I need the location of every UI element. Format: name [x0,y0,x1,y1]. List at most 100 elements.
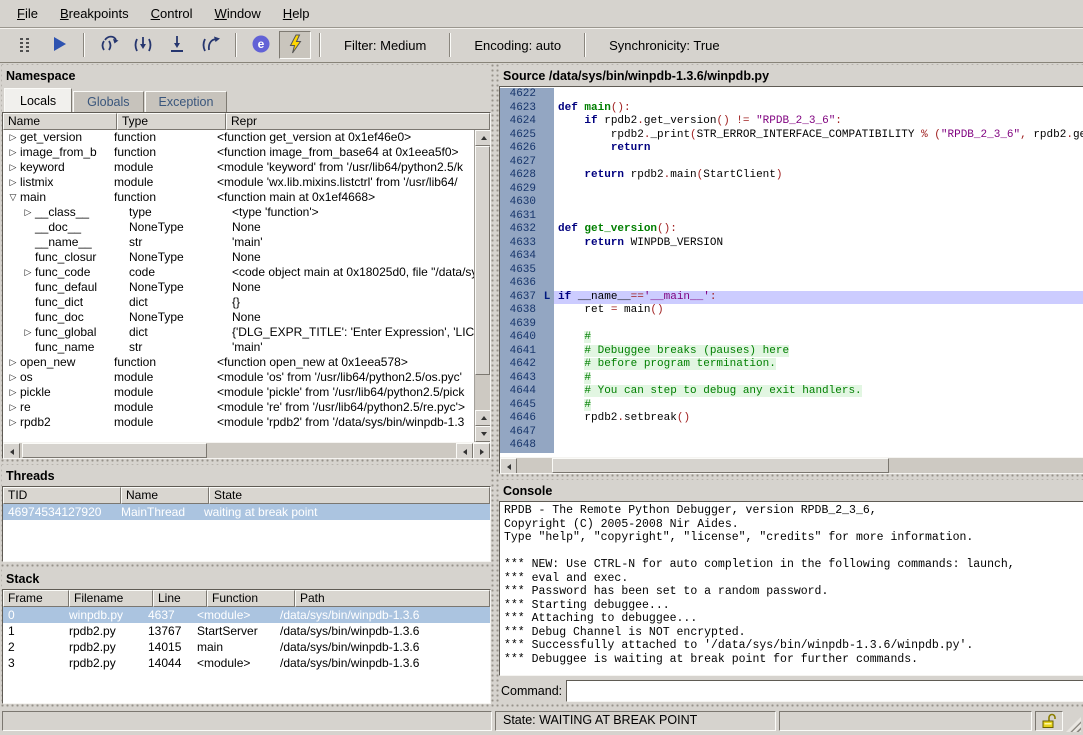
namespace-row[interactable]: func_dictdict{} [3,295,474,310]
source-line[interactable]: 4622 [500,88,1083,102]
command-input[interactable] [566,680,1083,702]
source-line[interactable]: 4648 [500,439,1083,453]
expand-arrow-icon[interactable]: ▷ [6,130,20,145]
resize-grip[interactable] [1066,717,1081,732]
column-header-name[interactable]: Name [121,487,209,504]
source-line[interactable]: 4643 # [500,372,1083,386]
source-line[interactable]: 4626 return [500,142,1083,156]
line-number[interactable]: 4633 [500,237,540,251]
return-button[interactable] [195,31,227,59]
expand-arrow-icon[interactable]: ▷ [6,160,20,175]
column-header-repr[interactable]: Repr [226,113,490,130]
line-number[interactable]: 4630 [500,196,540,210]
line-number[interactable]: 4637 [500,291,540,305]
namespace-row[interactable]: ▷image_from_bfunction<function image_fro… [3,145,474,160]
namespace-row[interactable]: ▷rpdb2module<module 'rpdb2' from '/data/… [3,415,474,430]
break-button[interactable] [9,31,41,59]
menu-breakpoints[interactable]: Breakpoints [49,2,140,25]
line-number[interactable]: 4626 [500,142,540,156]
namespace-row[interactable]: func_defaulNoneTypeNone [3,280,474,295]
expand-arrow-icon[interactable]: ▷ [21,205,35,220]
namespace-horizontal-scrollbar[interactable] [3,442,490,458]
line-number[interactable]: 4635 [500,264,540,278]
namespace-row[interactable]: ▷open_newfunction<function open_new at 0… [3,355,474,370]
menu-control[interactable]: Control [140,2,204,25]
menu-file[interactable]: File [6,2,49,25]
step-over-button[interactable] [93,31,125,59]
source-line[interactable]: 4628 return rpdb2.main(StartClient) [500,169,1083,183]
expand-arrow-icon[interactable]: ▷ [6,145,20,160]
source-line[interactable]: 4624 if rpdb2.get_version() != "RPDB_2_3… [500,115,1083,129]
column-header-state[interactable]: State [209,487,490,504]
line-number[interactable]: 4645 [500,399,540,413]
encoding-toggle-button[interactable]: e [245,31,277,59]
scrollbar-thumb[interactable] [552,458,889,473]
line-number[interactable]: 4642 [500,358,540,372]
line-number[interactable]: 4631 [500,210,540,224]
namespace-row[interactable]: ▷__class__type<type 'function'> [3,205,474,220]
source-line[interactable]: 4644 # You can step to debug any exit ha… [500,385,1083,399]
namespace-row[interactable]: __name__str'main' [3,235,474,250]
line-number[interactable]: 4623 [500,102,540,116]
line-number[interactable]: 4643 [500,372,540,386]
line-number[interactable]: 4648 [500,439,540,453]
step-out-button[interactable] [161,31,193,59]
source-line[interactable]: 4645 # [500,399,1083,413]
scroll-left-button[interactable] [500,458,517,474]
expand-arrow-icon[interactable]: ▷ [6,400,20,415]
line-number[interactable]: 4628 [500,169,540,183]
source-line[interactable]: 4632def get_version(): [500,223,1083,237]
namespace-row[interactable]: ▷osmodule<module 'os' from '/usr/lib64/p… [3,370,474,385]
line-number[interactable]: 4646 [500,412,540,426]
tab-locals[interactable]: Locals [4,88,72,112]
expand-arrow-icon[interactable]: ▷ [6,355,20,370]
source-horizontal-scrollbar[interactable] [500,457,1083,473]
source-line[interactable]: 4636 [500,277,1083,291]
namespace-row[interactable]: ▷remodule<module 're' from '/usr/lib64/p… [3,400,474,415]
column-header-name[interactable]: Name [3,113,117,130]
scroll-down-button[interactable] [475,426,490,442]
line-number[interactable]: 4636 [500,277,540,291]
collapse-arrow-icon[interactable]: ▽ [6,190,20,205]
column-header-type[interactable]: Type [117,113,226,130]
tab-globals[interactable]: Globals [73,91,143,112]
stack-frame-row[interactable]: 1rpdb2.py13767StartServer/data/sys/bin/w… [3,623,490,639]
column-header-frame[interactable]: Frame [3,590,69,607]
line-number[interactable]: 4640 [500,331,540,345]
source-line[interactable]: 4638 ret = main() [500,304,1083,318]
expand-arrow-icon[interactable]: ▷ [6,385,20,400]
source-line[interactable]: 4627 [500,156,1083,170]
line-number[interactable]: 4647 [500,426,540,440]
source-line[interactable]: 4625 rpdb2._print(STR_ERROR_INTERFACE_CO… [500,129,1083,143]
line-number[interactable]: 4627 [500,156,540,170]
expand-arrow-icon[interactable]: ▷ [6,370,20,385]
source-line[interactable]: 4623def main(): [500,102,1083,116]
column-header-tid[interactable]: TID [3,487,121,504]
column-header-line[interactable]: Line [153,590,207,607]
go-button[interactable] [43,31,75,59]
namespace-row[interactable]: ▷listmixmodule<module 'wx.lib.mixins.lis… [3,175,474,190]
line-number[interactable]: 4638 [500,304,540,318]
source-line[interactable]: 4639 [500,318,1083,332]
line-number[interactable]: 4624 [500,115,540,129]
source-line[interactable]: 4647 [500,426,1083,440]
namespace-row[interactable]: func_docNoneTypeNone [3,310,474,325]
expand-arrow-icon[interactable]: ▷ [21,265,35,280]
source-line[interactable]: 4641 # Debuggee breaks (pauses) here [500,345,1083,359]
namespace-row[interactable]: ▷keywordmodule<module 'keyword' from '/u… [3,160,474,175]
scroll-left-button[interactable] [456,443,473,459]
stack-frame-row[interactable]: 3rpdb2.py14044<module>/data/sys/bin/winp… [3,655,490,671]
source-line[interactable]: 4642 # before program termination. [500,358,1083,372]
namespace-row[interactable]: func_namestr'main' [3,340,474,355]
namespace-row[interactable]: ▷picklemodule<module 'pickle' from '/usr… [3,385,474,400]
column-header-function[interactable]: Function [207,590,295,607]
scroll-right-button[interactable] [473,443,490,459]
source-line[interactable]: 4633 return WINPDB_VERSION [500,237,1083,251]
namespace-row[interactable]: ▽mainfunction<function main at 0x1ef4668… [3,190,474,205]
stack-frame-row[interactable]: 0winpdb.py4637<module>/data/sys/bin/winp… [3,607,490,623]
synchronicity-toggle-button[interactable] [279,31,311,59]
expand-arrow-icon[interactable]: ▷ [6,175,20,190]
column-header-filename[interactable]: Filename [69,590,153,607]
expand-arrow-icon[interactable]: ▷ [6,415,20,430]
stack-frame-row[interactable]: 2rpdb2.py14015main/data/sys/bin/winpdb-1… [3,639,490,655]
